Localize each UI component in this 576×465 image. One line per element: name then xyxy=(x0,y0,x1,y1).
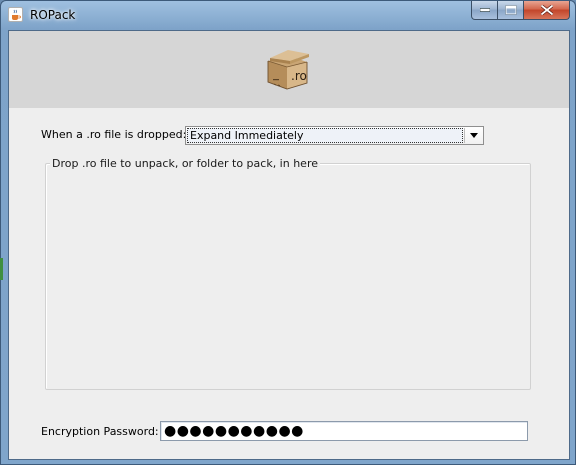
banner: .ro xyxy=(9,31,569,108)
encryption-password-field[interactable]: ●●●●●●●●●●● xyxy=(160,421,528,441)
maximize-icon xyxy=(505,5,516,15)
window-edge-marker xyxy=(0,258,3,280)
title-bar[interactable]: ROPack xyxy=(1,1,575,29)
drop-zone[interactable]: Drop .ro file to unpack, or folder to pa… xyxy=(45,157,531,390)
minimize-icon xyxy=(479,8,490,12)
combobox-arrow-button[interactable] xyxy=(464,128,482,143)
close-button[interactable] xyxy=(524,1,570,20)
app-window: ROPack .ro When a .ro file is dropped: E… xyxy=(0,0,576,465)
password-masked-value: ●●●●●●●●●●● xyxy=(164,423,304,439)
close-icon xyxy=(540,5,553,15)
drop-action-selected[interactable]: Expand Immediately xyxy=(187,128,463,143)
package-box-icon: .ro xyxy=(267,50,309,90)
encryption-password-label: Encryption Password: xyxy=(41,425,159,438)
drop-zone-title: Drop .ro file to unpack, or folder to pa… xyxy=(50,157,320,170)
drop-action-label: When a .ro file is dropped: xyxy=(41,128,187,141)
window-title: ROPack xyxy=(30,8,76,22)
minimize-button[interactable] xyxy=(471,1,498,20)
chevron-down-icon xyxy=(470,133,478,138)
logo-text: .ro xyxy=(291,69,307,83)
caption-buttons xyxy=(471,1,570,21)
maximize-button[interactable] xyxy=(498,1,524,20)
client-area: .ro When a .ro file is dropped: Expand I… xyxy=(8,30,570,460)
drop-action-combobox[interactable]: Expand Immediately xyxy=(185,126,484,145)
java-coffee-icon[interactable] xyxy=(8,7,23,22)
